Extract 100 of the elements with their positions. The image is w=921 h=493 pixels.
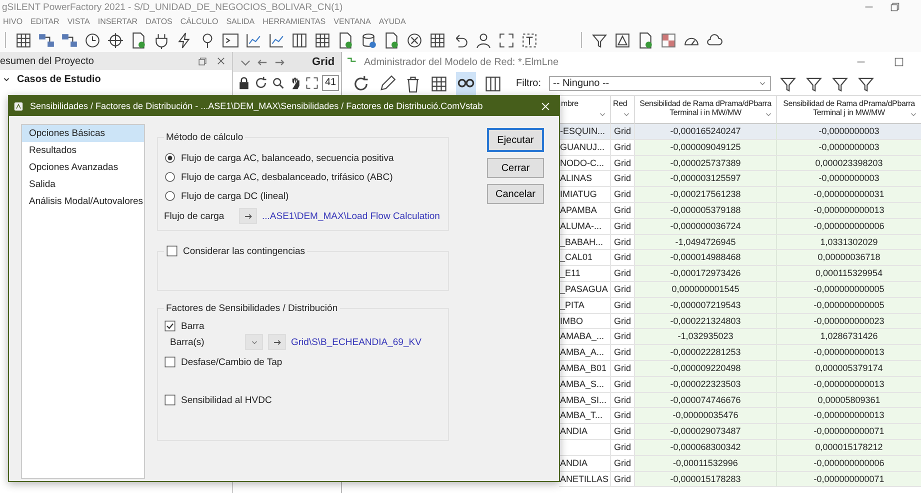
arrow-button[interactable] xyxy=(268,334,286,350)
checkbox-label[interactable]: Sensibilidad al HVDC xyxy=(181,394,272,406)
refresh-icon[interactable] xyxy=(254,76,268,90)
radio-label[interactable]: Flujo de carga DC (lineal) xyxy=(181,190,289,202)
checkbox[interactable] xyxy=(166,245,178,257)
column-header[interactable]: mbre xyxy=(561,99,578,108)
table-cell: -0,000000000071 xyxy=(777,472,921,488)
menu-item[interactable]: VISTA xyxy=(67,16,90,26)
group-title: Factores de Sensibilidades / Distribución xyxy=(165,303,339,314)
chart-icon[interactable] xyxy=(245,32,262,48)
menu-item[interactable]: VENTANA xyxy=(334,16,371,26)
columns-icon[interactable] xyxy=(484,74,502,92)
menu-item[interactable]: SALIDA xyxy=(226,16,255,26)
table-cell: -0,000068300342 xyxy=(635,440,777,456)
nav-item[interactable]: Resultados xyxy=(22,142,144,159)
table-icon[interactable] xyxy=(430,74,448,92)
checkbox[interactable] xyxy=(164,320,176,332)
expand-icon[interactable] xyxy=(498,32,515,48)
nav-item[interactable]: Salida xyxy=(22,176,144,193)
radio-label[interactable]: Flujo de carga AC, balanceado, secuencia positiva xyxy=(181,152,394,164)
link[interactable]: Grid\S\B_ECHEANDIA_69_KV xyxy=(291,336,422,348)
checkbox-label[interactable]: Desfase/Cambio de Tap xyxy=(181,356,282,368)
column-header[interactable]: Sensibilidad de Rama dPrama/dPbarra xyxy=(783,99,915,108)
filter-dropdown[interactable]: -- Ninguno -- xyxy=(549,76,771,91)
panel-title: Grid xyxy=(312,56,335,68)
document-icon[interactable] xyxy=(637,32,654,48)
close-icon[interactable] xyxy=(216,56,226,66)
crosshair-icon[interactable] xyxy=(107,32,124,48)
table-icon[interactable] xyxy=(15,32,32,48)
cancel-icon[interactable] xyxy=(406,32,423,48)
table-cell: AMBA_SI... xyxy=(559,392,611,408)
terminal-icon[interactable] xyxy=(222,32,239,48)
radio-button[interactable] xyxy=(164,190,176,202)
table-cell: Grid xyxy=(611,392,635,408)
plug-icon[interactable] xyxy=(153,32,170,48)
checkbox[interactable] xyxy=(164,356,176,368)
menu-item[interactable]: HERRAMIENTAS xyxy=(262,16,326,26)
table-cell: Grid xyxy=(611,187,635,203)
search-icon[interactable] xyxy=(271,76,285,90)
checkbox-label[interactable]: Considerar las contingencias xyxy=(183,246,305,256)
text-icon[interactable] xyxy=(521,32,538,48)
lock-icon[interactable] xyxy=(237,76,251,90)
document-icon[interactable] xyxy=(130,32,147,48)
table-cell: -0,00000035476 xyxy=(635,408,777,424)
table-cell: GUANUJ... xyxy=(559,140,611,156)
column-header[interactable]: Sensibilidad de Rama dPrama/dPbarra xyxy=(640,99,772,108)
refresh-icon[interactable] xyxy=(352,74,370,92)
person-icon[interactable] xyxy=(475,32,492,48)
column-header[interactable]: Red xyxy=(613,99,628,108)
table-cell: -0,000000000006 xyxy=(777,218,921,235)
table-cell: Grid xyxy=(611,456,635,472)
radio-label[interactable]: Flujo de carga AC, desbalanceado, trifásico (ABC) xyxy=(181,172,393,182)
zoom-field[interactable]: 41 xyxy=(322,75,340,91)
clock-icon[interactable] xyxy=(84,32,101,48)
menu-item[interactable]: HIVO xyxy=(3,16,23,26)
cloud-icon[interactable] xyxy=(706,32,723,48)
table-cell: Grid xyxy=(611,156,635,172)
filter-label: Filtro: xyxy=(516,78,541,89)
table-cell: -ESQUIN... xyxy=(559,124,611,140)
app-icon xyxy=(13,100,24,112)
link[interactable]: ...ASE1\DEM_MAX\Load Flow Calculation xyxy=(262,210,440,222)
dialog-title: Sensibilidades / Factores de Distribución - ...ASE1\DEM_MAX\Sensibilidades / Factores de Distribució.ComVstab xyxy=(30,101,484,111)
dialog-button[interactable]: Ejecutar xyxy=(487,128,544,152)
checker-icon[interactable] xyxy=(660,32,677,48)
nav-item[interactable]: Análisis Modal/Autovalores xyxy=(22,193,144,210)
arrow-button[interactable] xyxy=(239,208,257,224)
table-icon[interactable] xyxy=(314,32,331,48)
dialog-button[interactable]: Cancelar xyxy=(487,184,544,204)
table-cell: -0,000000000013 xyxy=(777,376,921,393)
table-cell: -0,000022323503 xyxy=(635,376,777,393)
nav-item[interactable]: Opciones Básicas xyxy=(22,125,144,142)
database-icon[interactable] xyxy=(360,32,377,48)
dialog-button[interactable]: Cerrar xyxy=(487,158,544,178)
delta-icon[interactable] xyxy=(614,32,631,48)
tree-item[interactable]: Casos de Estudio xyxy=(17,74,101,84)
table-cell: -0,000000000005 xyxy=(777,298,921,314)
restore-icon[interactable] xyxy=(889,1,901,13)
menu-item[interactable]: AYUDA xyxy=(378,16,406,26)
maximize-icon[interactable] xyxy=(893,56,905,68)
columns-icon[interactable] xyxy=(291,32,308,48)
radio-button[interactable] xyxy=(164,171,176,183)
table-cell: _CAL01 xyxy=(559,250,611,266)
panel-title: esumen del Proyecto xyxy=(0,56,95,66)
menu-item[interactable]: EDITAR xyxy=(30,16,60,26)
table-cell: Grid xyxy=(611,171,635,188)
checkbox-label[interactable]: Barra xyxy=(181,320,204,332)
menu-item[interactable]: DATOS xyxy=(146,16,172,26)
document-icon[interactable] xyxy=(337,32,354,48)
table-icon[interactable] xyxy=(429,32,446,48)
menu-item[interactable]: CÁLCULO xyxy=(180,16,218,26)
restore-icon[interactable] xyxy=(197,56,208,66)
expand-icon[interactable] xyxy=(305,76,319,90)
nav-item[interactable]: Opciones Avanzadas xyxy=(22,159,144,176)
chart-icon[interactable] xyxy=(268,32,285,48)
radio-button[interactable] xyxy=(164,152,176,164)
menu-item[interactable]: INSERTAR xyxy=(98,16,138,26)
checkbox[interactable] xyxy=(164,394,176,406)
pencil-icon[interactable] xyxy=(378,74,396,92)
document-icon[interactable] xyxy=(383,32,400,48)
funnel-icon[interactable] xyxy=(591,32,608,48)
